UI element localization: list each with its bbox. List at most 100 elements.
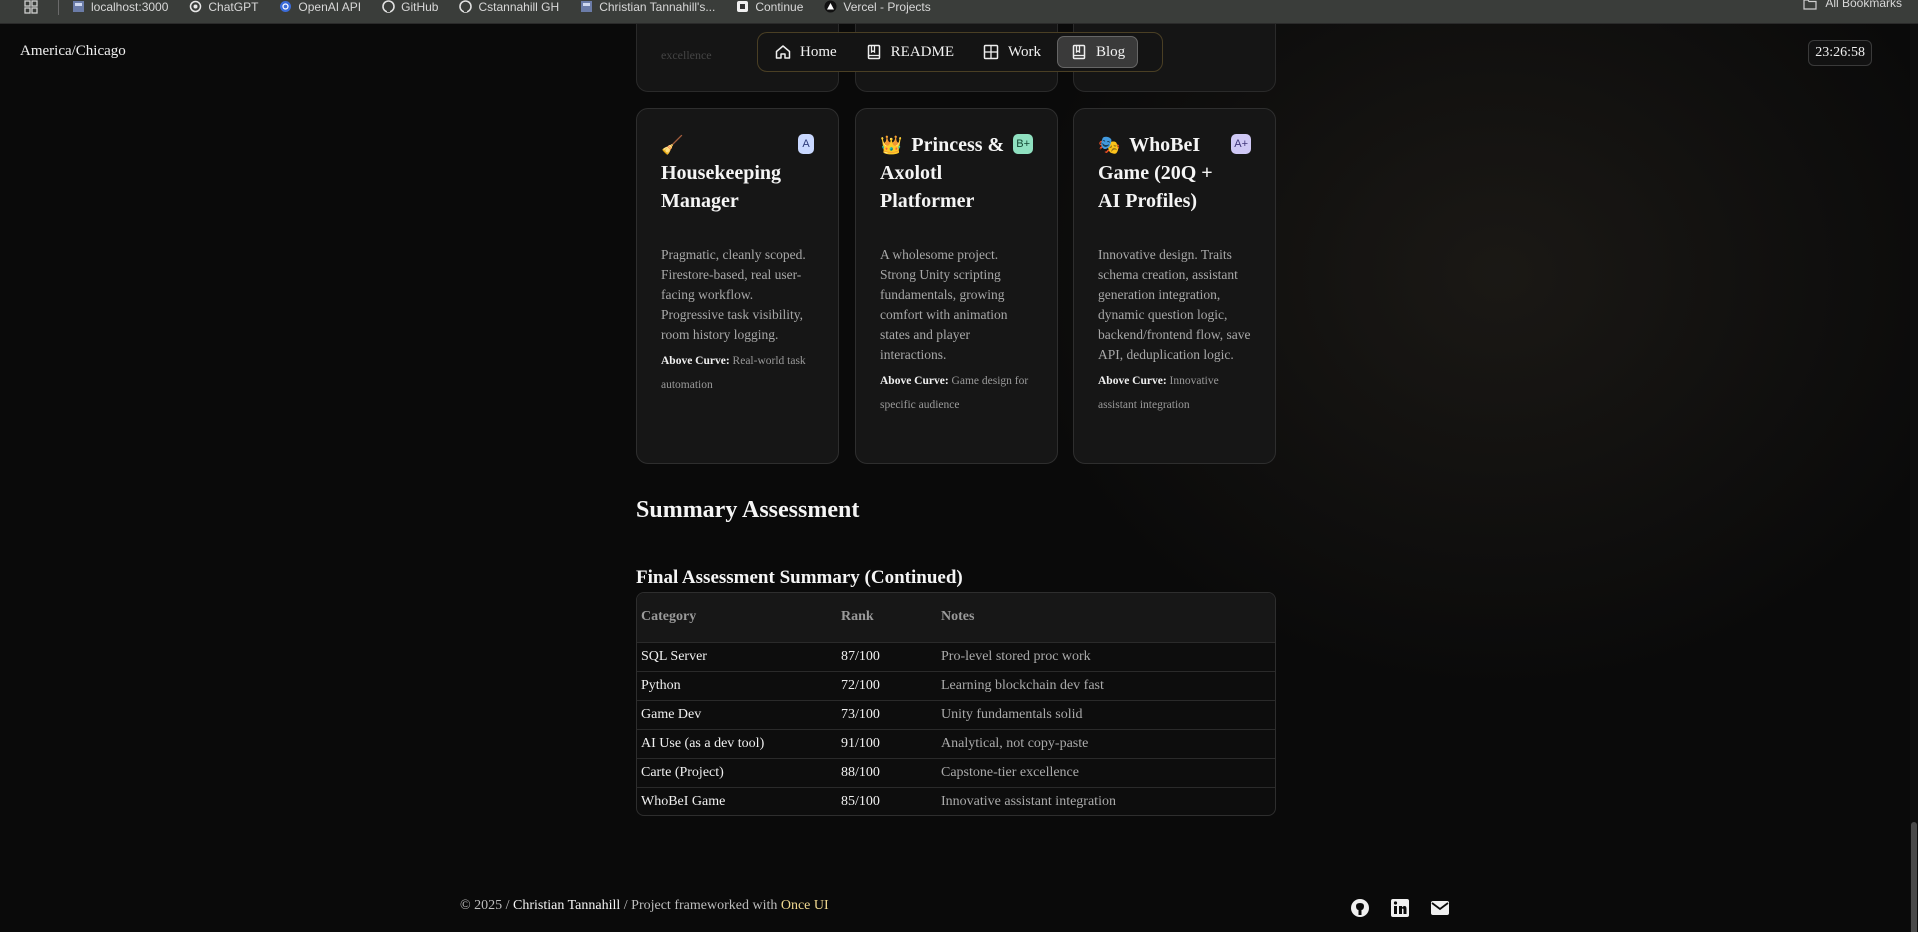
card-above-curve: Above Curve: Real-world task automation — [661, 349, 814, 397]
summary-heading: Summary Assessment — [636, 497, 860, 523]
github-icon[interactable] — [1350, 898, 1370, 918]
above-curve-label: Above Curve: — [880, 375, 949, 387]
crown-icon: 👑 — [880, 135, 903, 155]
bookmark-label: Vercel - Projects — [843, 0, 931, 14]
bookmark-vercel[interactable]: Vercel - Projects — [823, 0, 931, 14]
broom-icon: 🧹 — [661, 135, 684, 155]
book-icon — [867, 44, 880, 60]
page-icon — [71, 0, 85, 14]
page-icon — [579, 0, 593, 14]
cell-category: WhoBeI Game — [641, 793, 726, 809]
project-card: A 🧹 Housekeeping Manager Pragmatic, clean… — [636, 108, 839, 464]
cell-category: Game Dev — [641, 706, 702, 722]
grid-icon — [983, 44, 999, 60]
github-icon — [458, 0, 472, 14]
cell-notes: Innovative assistant integration — [941, 793, 1116, 809]
cell-category: Carte (Project) — [641, 764, 724, 780]
cell-rank: 88/100 — [841, 764, 880, 780]
folder-icon — [1803, 0, 1817, 10]
bookmark-continue[interactable]: Continue — [735, 0, 803, 14]
column-header-rank: Rank — [841, 609, 874, 625]
bookmark-label: Christian Tannahill's... — [599, 0, 716, 14]
project-card: A+ 🎭 WhoBeI Game (20Q + AI Profiles) Inn… — [1073, 108, 1276, 464]
cell-rank: 73/100 — [841, 706, 880, 722]
bookmark-cstannahill-gh[interactable]: Cstannahill GH — [458, 0, 559, 14]
bookmark-openai-api[interactable]: OpenAI API — [278, 0, 361, 14]
bookmark-label: ChatGPT — [208, 0, 259, 14]
all-bookmarks[interactable]: All Bookmarks — [1803, 0, 1902, 10]
card-stub-text: excellence — [661, 48, 712, 62]
final-summary-heading: Final Assessment Summary (Continued) — [636, 567, 963, 588]
grade-badge: A — [798, 134, 814, 154]
openai-icon — [188, 0, 202, 14]
nav-home-label: Home — [800, 43, 837, 60]
table-row: WhoBeI Game 85/100 Innovative assistant … — [637, 787, 1275, 815]
cell-rank: 91/100 — [841, 735, 880, 751]
bookmark-chatgpt[interactable]: ChatGPT — [188, 0, 258, 14]
cell-rank: 72/100 — [841, 677, 880, 693]
nav-blog[interactable]: Blog — [1056, 36, 1139, 68]
openai-icon — [278, 0, 292, 14]
table-row: Game Dev 73/100 Unity fundamentals solid — [637, 700, 1275, 729]
nav-readme-label: README — [890, 43, 955, 60]
card-above-curve: Above Curve: Game design for specific au… — [880, 369, 1033, 417]
card-title: 👑 Princess & Axolotl Platformer — [880, 131, 1033, 215]
bookmark-label: Cstannahill GH — [478, 0, 560, 14]
clock: 23:26:58 — [1808, 40, 1872, 66]
footer-copyright: © 2025 / — [460, 898, 510, 913]
table-row: Python 72/100 Learning blockchain dev fa… — [637, 671, 1275, 700]
cell-category: AI Use (as a dev tool) — [641, 735, 765, 751]
all-bookmarks-label: All Bookmarks — [1825, 0, 1902, 10]
cell-category: Python — [641, 677, 681, 693]
page-scrollbar[interactable] — [1910, 24, 1918, 932]
bookmarks-bar: localhost:3000 ChatGPT OpenAI API GitHub… — [0, 0, 1918, 24]
footer-author: Christian Tannahill — [513, 898, 621, 913]
cell-notes: Capstone-tier excellence — [941, 764, 1079, 780]
grade-badge: B+ — [1013, 134, 1033, 154]
table-row: Carte (Project) 88/100 Capstone-tier exc… — [637, 758, 1275, 787]
bookmark-portfolio[interactable]: Christian Tannahill's... — [579, 0, 715, 14]
mail-icon[interactable] — [1430, 898, 1450, 918]
table-row: SQL Server 87/100 Pro-level stored proc … — [637, 642, 1275, 671]
book-icon — [1072, 44, 1086, 60]
nav-blog-label: Blog — [1095, 43, 1126, 60]
bookmark-label: localhost:3000 — [91, 0, 169, 14]
footer-framework-text: / Project frameworked with — [623, 898, 778, 913]
bookmark-label: OpenAI API — [298, 0, 362, 14]
top-nav: Home README Work Blog — [757, 32, 1163, 72]
apps-grid-icon[interactable] — [18, 0, 44, 15]
bookmark-localhost[interactable]: localhost:3000 — [71, 0, 168, 14]
nav-home[interactable]: Home — [762, 36, 849, 68]
cell-notes: Learning blockchain dev fast — [941, 677, 1104, 693]
linkedin-icon[interactable] — [1390, 898, 1410, 918]
continue-icon — [735, 0, 749, 14]
footer-once-ui-link[interactable]: Once UI — [781, 898, 829, 913]
nav-work[interactable]: Work — [970, 36, 1053, 68]
footer: © 2025 / Christian Tannahill / Project f… — [460, 898, 829, 914]
bookmark-github[interactable]: GitHub — [381, 0, 438, 14]
github-icon — [381, 0, 395, 14]
bookmark-label: Continue — [755, 0, 804, 14]
table-header-row: Category Rank Notes — [637, 593, 1275, 642]
bookmarks-separator — [58, 0, 59, 15]
card-title: 🎭 WhoBeI Game (20Q + AI Profiles) — [1098, 131, 1251, 215]
card-description: Pragmatic, cleanly scoped. Firestore-bas… — [661, 247, 806, 342]
card-title-text: Housekeeping Manager — [661, 162, 782, 212]
vercel-icon — [823, 0, 837, 14]
assessment-table: Category Rank Notes SQL Server 87/100 Pr… — [636, 592, 1276, 816]
cell-notes: Analytical, not copy-paste — [941, 735, 1089, 751]
nav-work-label: Work — [1008, 43, 1041, 60]
theater-masks-icon: 🎭 — [1098, 135, 1121, 155]
cell-rank: 87/100 — [841, 648, 880, 664]
timezone-label: America/Chicago — [20, 43, 126, 59]
table-row: AI Use (as a dev tool) 91/100 Analytical… — [637, 729, 1275, 758]
grade-badge: A+ — [1231, 134, 1251, 154]
above-curve-label: Above Curve: — [1098, 375, 1167, 387]
cell-rank: 85/100 — [841, 793, 880, 809]
above-curve-label: Above Curve: — [661, 355, 730, 367]
bookmark-label: GitHub — [401, 0, 439, 14]
nav-readme[interactable]: README — [853, 36, 966, 68]
card-above-curve: Above Curve: Innovative assistant integr… — [1098, 369, 1251, 417]
cell-notes: Unity fundamentals solid — [941, 706, 1083, 722]
scrollbar-thumb[interactable] — [1911, 822, 1917, 932]
